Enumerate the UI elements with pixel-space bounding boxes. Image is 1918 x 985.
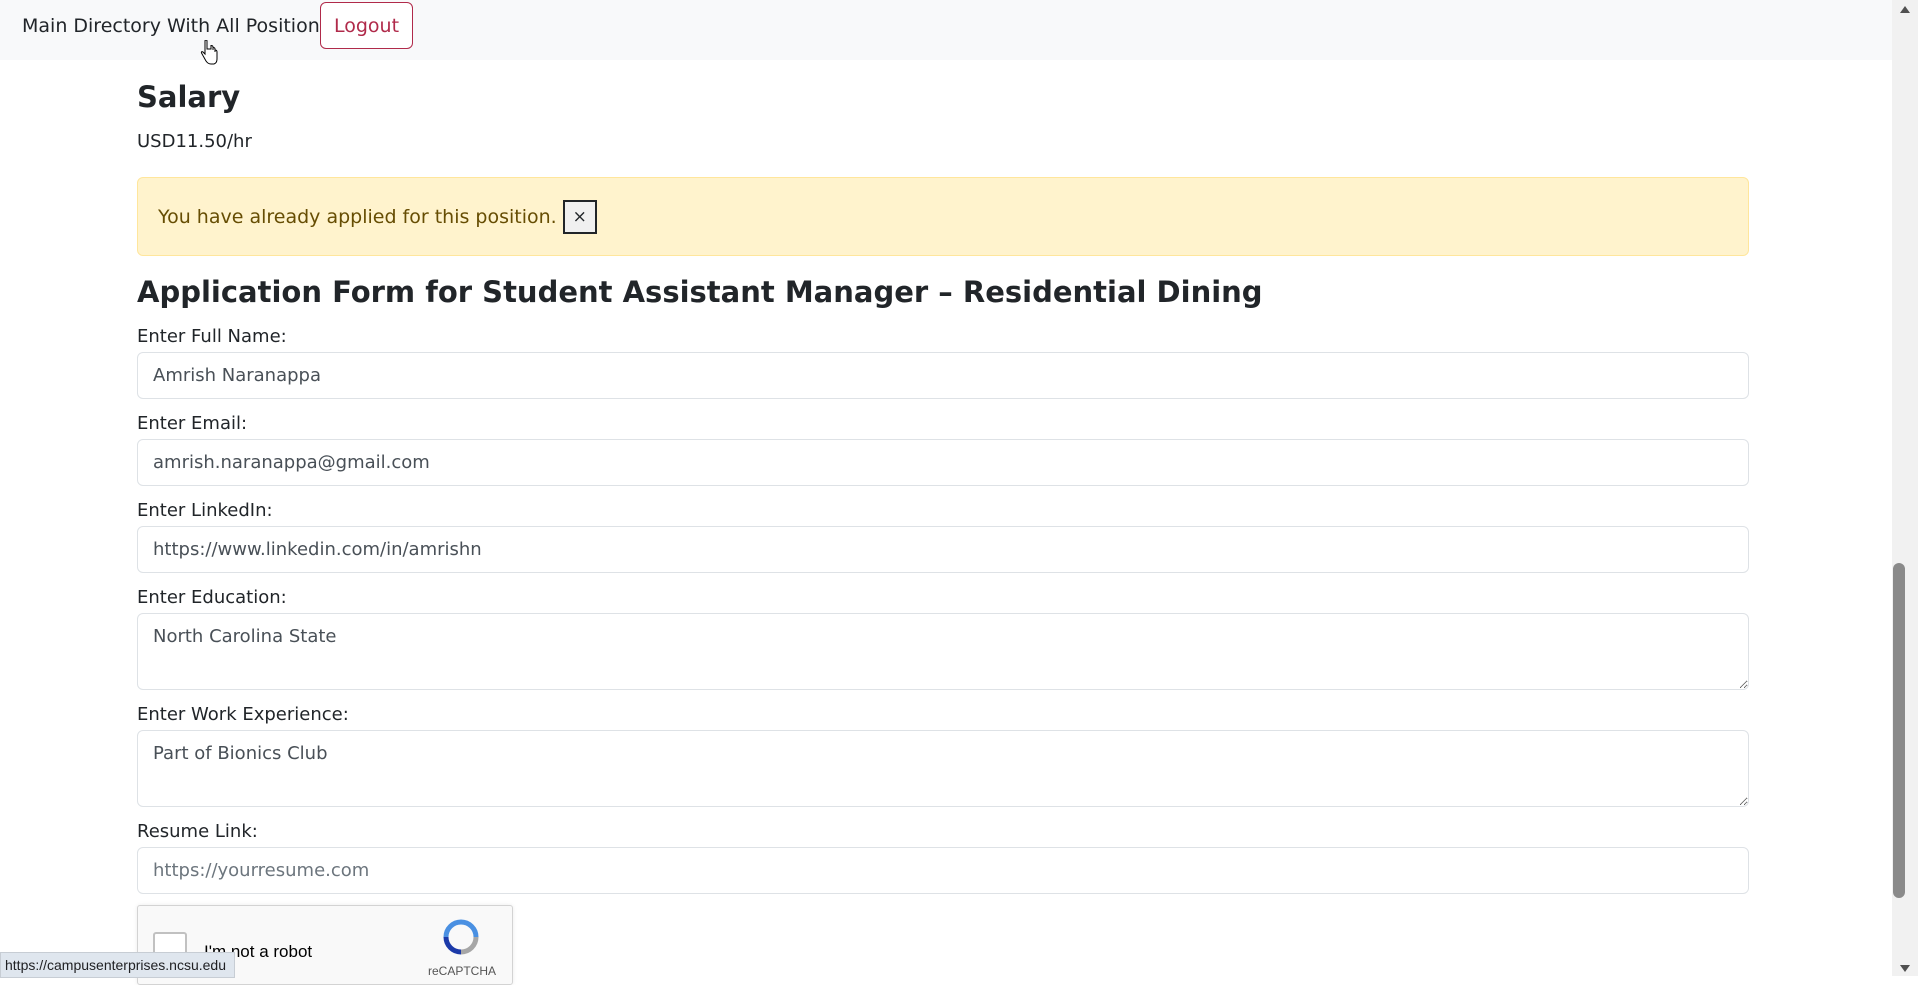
status-bar-url: https://campusenterprises.ncsu.edu [0,952,236,978]
application-form-title: Application Form for Student Assistant M… [137,275,1263,309]
education-textarea[interactable]: North Carolina State [137,613,1749,690]
recaptcha-logo-icon [442,918,480,960]
linkedin-field[interactable] [137,526,1749,573]
main-directory-link[interactable]: Main Directory With All Positions [22,15,330,37]
education-label: Enter Education: [137,587,287,608]
full-name-field[interactable] [137,352,1749,399]
alert-close-button[interactable]: × [562,199,597,234]
email-field[interactable] [137,439,1749,486]
salary-heading: Salary [137,80,241,114]
top-navbar: Main Directory With All Positions Logout [0,0,1892,65]
scrollbar-thumb[interactable] [1893,563,1905,898]
scroll-up-arrow-icon[interactable] [1899,0,1911,19]
email-label: Enter Email: [137,413,248,434]
already-applied-alert: You have already applied for this positi… [137,177,1749,256]
work-experience-label: Enter Work Experience: [137,704,349,725]
resume-link-label: Resume Link: [137,821,258,842]
linkedin-label: Enter LinkedIn: [137,500,273,521]
work-experience-textarea[interactable]: Part of Bionics Club [137,730,1749,807]
salary-value: USD11.50/hr [137,131,252,152]
hand-pointer-cursor-icon [200,39,218,70]
alert-message: You have already applied for this positi… [158,205,557,228]
logout-button[interactable]: Logout [320,2,413,49]
vertical-scrollbar[interactable] [1892,0,1918,976]
scroll-down-arrow-icon[interactable] [1899,958,1911,977]
full-name-label: Enter Full Name: [137,326,287,347]
resume-link-field[interactable] [137,847,1749,894]
